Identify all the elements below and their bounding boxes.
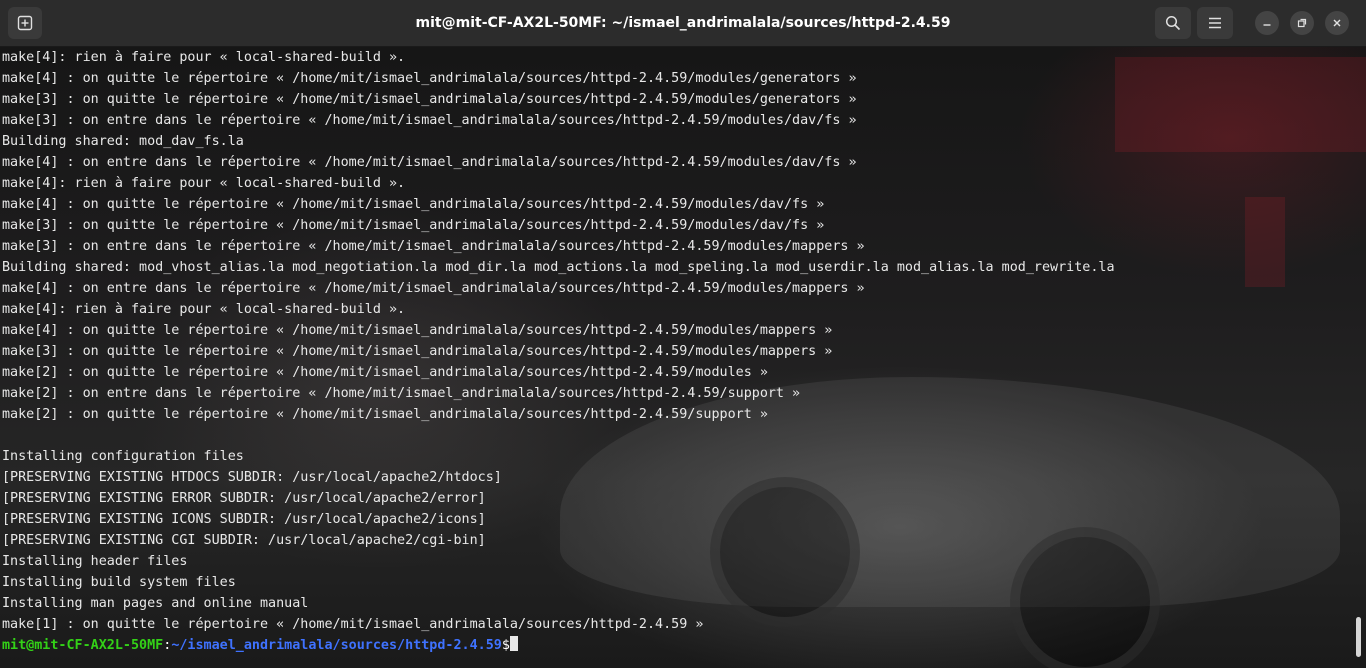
terminal-line: make[4]: rien à faire pour « local-share…: [2, 302, 406, 317]
terminal-line: make[3] : on quitte le répertoire « /hom…: [2, 344, 833, 359]
terminal-line: Building shared: mod_vhost_alias.la mod_…: [2, 260, 1115, 275]
menu-button[interactable]: [1197, 7, 1233, 39]
terminal-line: make[2] : on quitte le répertoire « /hom…: [2, 365, 768, 380]
text-cursor: [509, 636, 518, 651]
terminal-line: [PRESERVING EXISTING CGI SUBDIR: /usr/lo…: [2, 533, 486, 548]
terminal-line: make[4] : on quitte le répertoire « /hom…: [2, 71, 857, 86]
search-icon: [1165, 15, 1181, 31]
terminal-line: Installing build system files: [2, 575, 236, 590]
terminal-line: [PRESERVING EXISTING ERROR SUBDIR: /usr/…: [2, 491, 486, 506]
maximize-icon: [1297, 18, 1307, 28]
terminal-line: Building shared: mod_dav_fs.la: [2, 134, 244, 149]
terminal-line: make[3] : on quitte le répertoire « /hom…: [2, 218, 825, 233]
terminal-line: make[4] : on quitte le répertoire « /hom…: [2, 197, 825, 212]
terminal-line: Installing header files: [2, 554, 188, 569]
title-bar: mit@mit-CF-AX2L-50MF: ~/ismael_andrimala…: [0, 0, 1366, 47]
terminal-line: make[4] : on entre dans le répertoire « …: [2, 155, 857, 170]
terminal-output: make[4]: rien à faire pour « local-share…: [2, 47, 1364, 656]
new-tab-icon: [17, 15, 33, 31]
terminal-line: make[1] : on quitte le répertoire « /hom…: [2, 617, 704, 632]
minimize-button[interactable]: [1255, 11, 1279, 35]
new-tab-button[interactable]: [8, 7, 42, 39]
prompt-user-host: mit@mit-CF-AX2L-50MF: [2, 638, 164, 653]
terminal-line: Installing man pages and online manual: [2, 596, 309, 611]
terminal-line: make[4] : on quitte le répertoire « /hom…: [2, 323, 833, 338]
close-icon: [1333, 19, 1341, 27]
prompt-line[interactable]: mit@mit-CF-AX2L-50MF:~/ismael_andrimalal…: [2, 635, 1364, 656]
hamburger-menu-icon: [1209, 17, 1221, 29]
prompt-symbol: $: [501, 638, 510, 653]
search-button[interactable]: [1155, 7, 1191, 39]
terminal-line: make[4] : on entre dans le répertoire « …: [2, 281, 865, 296]
terminal-line: make[4]: rien à faire pour « local-share…: [2, 176, 406, 191]
maximize-button[interactable]: [1290, 11, 1314, 35]
terminal-line: make[4]: rien à faire pour « local-share…: [2, 50, 406, 65]
terminal-area[interactable]: make[4]: rien à faire pour « local-share…: [0, 47, 1366, 668]
terminal-line: make[3] : on quitte le répertoire « /hom…: [2, 92, 857, 107]
terminal-line: make[3] : on entre dans le répertoire « …: [2, 113, 857, 128]
terminal-line: Installing configuration files: [2, 449, 244, 464]
scrollbar-thumb[interactable]: [1356, 617, 1361, 657]
minimize-icon: [1263, 24, 1271, 26]
terminal-line: make[2] : on entre dans le répertoire « …: [2, 386, 801, 401]
prompt-path: ~/ismael_andrimalala/sources/httpd-2.4.5…: [171, 638, 502, 653]
terminal-line: make[2] : on quitte le répertoire « /hom…: [2, 407, 768, 422]
terminal-line: [PRESERVING EXISTING ICONS SUBDIR: /usr/…: [2, 512, 486, 527]
terminal-line: make[3] : on entre dans le répertoire « …: [2, 239, 865, 254]
terminal-line: [PRESERVING EXISTING HTDOCS SUBDIR: /usr…: [2, 470, 502, 485]
close-button[interactable]: [1325, 11, 1349, 35]
